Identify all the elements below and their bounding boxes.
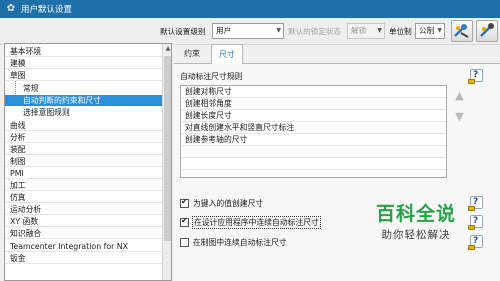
chevron-down-icon: ▼ (276, 27, 281, 34)
title-bar: ✿ 用户默认设置 (0, 0, 500, 18)
help-icon[interactable]: ? (468, 196, 483, 211)
option-label: 在设计应用程序中连续自动标注尺寸 (192, 215, 321, 229)
help-icon[interactable]: ? (468, 235, 483, 250)
list-item-empty (181, 158, 446, 170)
move-up-icon[interactable]: ▲ (452, 88, 467, 103)
option-continuous-drafting-dimension[interactable]: 在制图中连续自动标注尺寸 (180, 236, 287, 248)
checkbox[interactable] (180, 237, 189, 247)
settings-button[interactable] (476, 20, 498, 42)
window-title: 用户默认设置 (21, 5, 73, 15)
tab-constraints[interactable]: 约束 (177, 44, 207, 64)
tree-item-simulation[interactable]: 仿真 (5, 192, 162, 203)
list-item[interactable]: 创建参考轴的尺寸 (181, 134, 446, 146)
tree-item-xy-function[interactable]: XY 函数 (5, 216, 162, 227)
default-level-value: 用户 (216, 26, 232, 35)
default-level-label: 默认设置级别 (160, 27, 206, 36)
units-value: 公制 (419, 26, 435, 35)
tree-item-modeling[interactable]: 建模 (5, 58, 162, 69)
checkbox[interactable]: ✔ (180, 196, 189, 208)
option-label: 在制图中连续自动标注尺寸 (193, 237, 287, 247)
section-title: 自动标注尺寸规则 (180, 72, 243, 81)
sidebar-scrollbar[interactable]: ▲ (162, 44, 171, 280)
chevron-down-icon: ▼ (377, 27, 382, 34)
scroll-up-icon[interactable]: ▲ (163, 44, 171, 54)
scrollbar-thumb[interactable] (164, 56, 171, 241)
chevron-down-icon: ▼ (437, 27, 442, 34)
checkmark-icon: ✔ (181, 215, 188, 225)
manage-defaults-button[interactable] (451, 20, 473, 42)
default-level-select[interactable]: 用户 ▼ (212, 23, 284, 39)
wrench-icon (480, 23, 494, 37)
checkbox[interactable]: ✔ (180, 215, 189, 227)
lock-state-value: 解锁 (351, 26, 367, 35)
tab-dimensions[interactable]: 尺寸 (211, 44, 243, 64)
option-continuous-design-dimension[interactable]: ✔ 在设计应用程序中连续自动标注尺寸 (180, 215, 321, 229)
tree-item-basic-env[interactable]: 基本环境 (5, 46, 162, 57)
list-item[interactable]: 创建对称尺寸 (181, 86, 446, 98)
tree-item-teamcenter[interactable]: Teamcenter Integration for NX (5, 241, 162, 252)
checkmark-icon: ✔ (181, 196, 188, 206)
category-tree: 基本环境 建模 草图 常规 自动判断的约束和尺寸 选择意图规则 曲线 分析 装配… (4, 43, 172, 281)
option-typed-value-dimension[interactable]: ✔ 为键入的值创建尺寸 (180, 197, 263, 209)
option-label: 为键入的值创建尺寸 (193, 198, 264, 208)
tree-item-assembly[interactable]: 装配 (5, 144, 162, 155)
tree-item-pmi[interactable]: PMI (5, 168, 162, 179)
tree-item-manufacturing[interactable]: 加工 (5, 180, 162, 191)
tree-item-motion[interactable]: 运动分析 (5, 204, 162, 215)
watermark: 百科全说 助你轻松解决 (366, 203, 466, 242)
tree-item-sketch[interactable]: 草图 (5, 70, 162, 81)
toolbar: 默认设置级别 用户 ▼ 默认的锁定状态 解锁 ▼ 单位制 公制 ▼ (0, 18, 500, 45)
help-icon[interactable]: ? (468, 69, 483, 84)
tree-item-general[interactable]: 常规 (5, 83, 162, 94)
dimension-rule-list[interactable]: 创建对称尺寸 创建相邻角度 创建长度尺寸 对直线创建水平和竖直尺寸标注 创建参考… (180, 85, 447, 178)
watermark-subtitle: 助你轻松解决 (381, 229, 451, 241)
tools-icon (454, 24, 469, 38)
watermark-title: 百科全说 (375, 203, 456, 225)
list-item[interactable]: 对直线创建水平和竖直尺寸标注 (181, 122, 446, 134)
tree-item-curve[interactable]: 曲线 (5, 120, 162, 131)
help-icon[interactable]: ? (468, 215, 483, 230)
list-item-empty (181, 146, 446, 158)
list-item[interactable]: 创建相邻角度 (181, 98, 446, 110)
gear-icon: ✿ (6, 3, 16, 14)
move-down-icon[interactable]: ▼ (452, 109, 467, 124)
list-item[interactable]: 创建长度尺寸 (181, 110, 446, 122)
units-select[interactable]: 公制 ▼ (415, 23, 445, 39)
tree-item-drafting[interactable]: 制图 (5, 156, 162, 167)
tree-item-selection-intent[interactable]: 选择意图规则 (5, 107, 162, 118)
lock-state-label: 默认的锁定状态 (288, 27, 342, 36)
units-label: 单位制 (389, 27, 412, 36)
tree-item-analysis[interactable]: 分析 (5, 132, 162, 143)
tree-item-sheet-metal[interactable]: 钣金 (5, 253, 162, 264)
tree-item-knowledge-fusion[interactable]: 知识融合 (5, 228, 162, 239)
tree-item-inferred-constraints[interactable]: 自动判断的约束和尺寸 (5, 95, 162, 106)
lock-state-select[interactable]: 解锁 ▼ (347, 23, 385, 39)
